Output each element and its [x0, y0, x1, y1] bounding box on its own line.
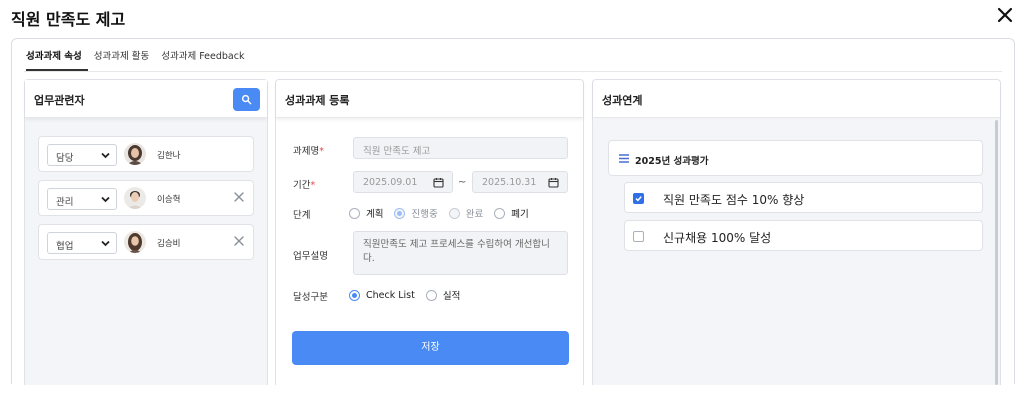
scrollbar[interactable] [995, 120, 998, 385]
dialog-title: 직원 만족도 제고 [11, 10, 126, 29]
goal-text: 직원 만족도 점수 10% 향상 [663, 193, 805, 207]
chevron-down-icon [101, 240, 110, 247]
remove-icon[interactable] [233, 191, 245, 203]
task-form-panel: 성과과제 등록 과제명* 직원 만족도 제고 기간* 2025.09.01 ~ … [275, 79, 584, 385]
evaluation-group-title: 2025년 성과평가 [635, 156, 709, 167]
task-form-header: 성과과제 등록 [276, 80, 583, 118]
start-date-value: 2025.09.01 [363, 177, 418, 188]
end-date-value: 2025.10.31 [482, 177, 537, 188]
goal-text: 신규채용 100% 달성 [663, 231, 772, 245]
radio-icon [349, 207, 360, 219]
tab-divider [24, 71, 1002, 72]
type-option-checklist[interactable]: Check List [349, 289, 415, 301]
achievement-type-label: 달성구분 [293, 292, 328, 303]
start-date-input[interactable]: 2025.09.01 [353, 171, 453, 193]
person-name: 김한나 [157, 151, 181, 161]
tab-task-properties[interactable]: 성과과제 속성 [26, 49, 88, 71]
role-select[interactable]: 담당 [47, 144, 117, 166]
description-textarea[interactable]: 직원만족도 제고 프로세스를 수립하여 개선합니다. [353, 231, 568, 275]
role-value: 협업 [56, 241, 74, 252]
role-select[interactable]: 협업 [47, 232, 117, 254]
radio-icon [425, 289, 437, 301]
radio-icon [394, 207, 406, 219]
goal-link-header: 성과연계 [593, 80, 1000, 118]
type-option-performance[interactable]: 실적 [425, 288, 460, 302]
close-icon[interactable] [994, 4, 1016, 26]
checkbox-icon[interactable] [633, 231, 644, 242]
stakeholders-header: 업무관련자 [25, 80, 267, 118]
radio-icon [448, 207, 460, 219]
role-value: 담당 [56, 153, 74, 164]
goal-link-title: 성과연계 [602, 94, 643, 107]
search-button[interactable] [233, 88, 260, 111]
person-card: 관리 이승혁 [38, 180, 254, 216]
chevron-down-icon [101, 152, 110, 159]
radio-icon [349, 289, 360, 301]
stage-option-in-progress[interactable]: 진행중 [394, 206, 438, 220]
stage-label: 단계 [293, 210, 311, 221]
person-card: 담당 김한나 [38, 136, 254, 172]
remove-icon[interactable] [233, 235, 245, 247]
stakeholders-title: 업무관련자 [34, 94, 85, 107]
avatar [124, 231, 146, 253]
calendar-icon[interactable] [548, 177, 559, 188]
checkbox-checked-icon[interactable] [633, 193, 644, 204]
stage-option-complete[interactable]: 완료 [448, 206, 483, 220]
avatar [124, 187, 146, 209]
tab-bar: 성과과제 속성 성과과제 활동 성과과제 Feedback [26, 49, 256, 71]
avatar [124, 143, 146, 165]
goal-item[interactable]: 직원 만족도 점수 10% 향상 [624, 182, 983, 213]
end-date-input[interactable]: 2025.10.31 [472, 171, 568, 193]
chevron-down-icon [101, 196, 110, 203]
task-name-input[interactable]: 직원 만족도 제고 [353, 137, 568, 159]
tab-task-activities[interactable]: 성과과제 활동 [94, 49, 155, 71]
role-value: 관리 [56, 197, 74, 208]
goal-link-panel: 성과연계 2025년 성과평가 직원 만족도 점수 10% 향상 신규채용 10… [592, 79, 1001, 385]
achievement-type-radio-group: Check List 실적 [349, 288, 471, 302]
role-select[interactable]: 관리 [47, 188, 117, 210]
radio-icon [494, 207, 506, 219]
search-icon [241, 94, 252, 105]
period-label: 기간* [293, 180, 316, 191]
stage-radio-group: 계획 진행중 완료 폐기 [349, 206, 540, 220]
evaluation-group[interactable]: 2025년 성과평가 [608, 140, 983, 176]
goal-item[interactable]: 신규채용 100% 달성 [624, 220, 983, 251]
person-card: 협업 김승비 [38, 224, 254, 260]
task-name-label: 과제명* [293, 146, 324, 157]
period-separator: ~ [458, 177, 467, 188]
description-label: 업무설명 [293, 251, 328, 262]
task-name-value: 직원 만족도 제고 [363, 146, 431, 157]
save-button[interactable]: 저장 [292, 331, 569, 365]
person-name: 이승혁 [157, 195, 181, 205]
dialog-body: 성과과제 속성 성과과제 활동 성과과제 Feedback 업무관련자 담당 김… [11, 38, 1015, 385]
stage-option-plan[interactable]: 계획 [349, 206, 383, 220]
tab-task-feedback[interactable]: 성과과제 Feedback [161, 49, 250, 71]
person-name: 김승비 [157, 239, 181, 249]
calendar-icon[interactable] [433, 177, 444, 188]
list-icon [619, 154, 629, 163]
task-form-title: 성과과제 등록 [285, 94, 350, 107]
stage-option-discard[interactable]: 폐기 [494, 206, 529, 220]
stakeholders-panel: 업무관련자 담당 김한나 관리 이승혁 협업 김승비 [24, 79, 268, 385]
